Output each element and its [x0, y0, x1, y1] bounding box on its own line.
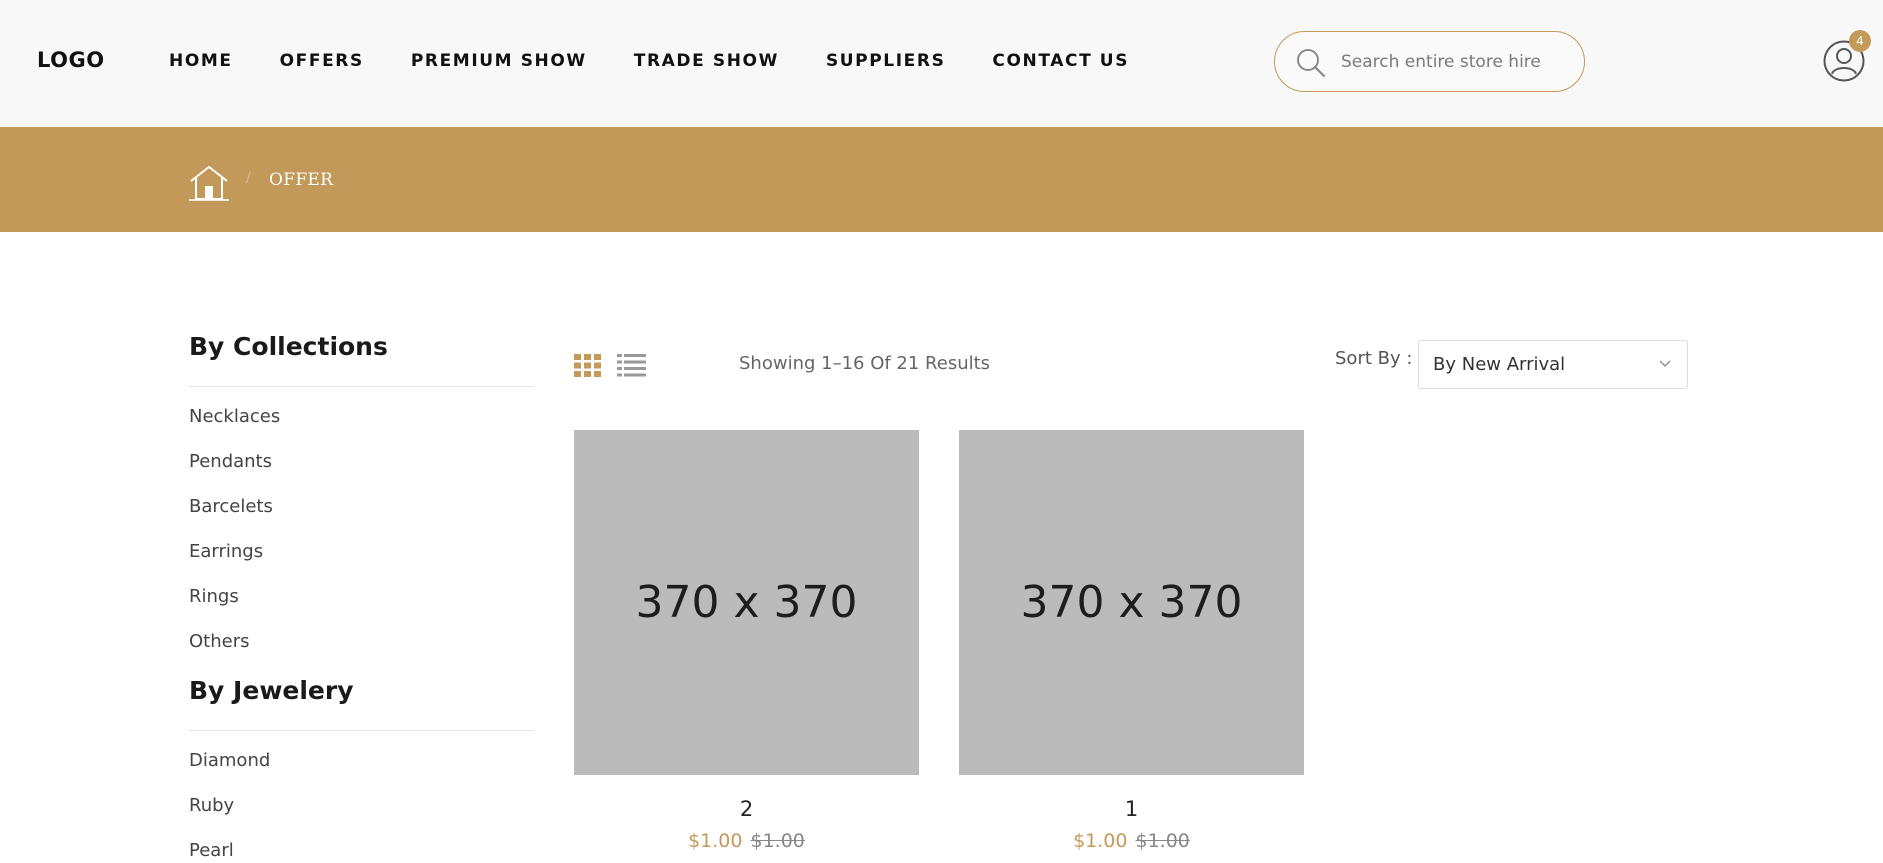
product-name[interactable]: 1 — [959, 797, 1304, 821]
collection-earrings[interactable]: Earrings — [189, 537, 534, 582]
sort-label: Sort By : — [1335, 348, 1413, 369]
product-card: 370 x 370 2 $1.00 $1.00 — [574, 430, 919, 852]
product-image[interactable]: 370 x 370 — [574, 430, 919, 775]
product-image[interactable]: 370 x 370 — [959, 430, 1304, 775]
product-price: $1.00 $1.00 — [574, 830, 919, 852]
breadcrumb: / OFFER — [0, 127, 1883, 232]
results-count: Showing 1–16 Of 21 Results — [739, 353, 991, 374]
sort-select[interactable]: By New Arrival — [1418, 340, 1688, 389]
product-price-old: $1.00 — [750, 830, 805, 852]
jewelery-pearl[interactable]: Pearl — [189, 836, 534, 863]
main-nav: HOME OFFERS PREMIUM SHOW TRADE SHOW SUPP… — [169, 51, 1176, 71]
product-name[interactable]: 2 — [574, 797, 919, 821]
home-icon[interactable] — [188, 164, 230, 202]
collection-pendants[interactable]: Pendants — [189, 447, 534, 492]
collection-others[interactable]: Others — [189, 627, 534, 672]
logo[interactable]: LOGO — [37, 48, 105, 72]
collection-rings[interactable]: Rings — [189, 582, 534, 627]
collection-necklaces[interactable]: Necklaces — [189, 402, 534, 447]
nav-trade-show[interactable]: TRADE SHOW — [634, 51, 779, 71]
breadcrumb-current: OFFER — [269, 170, 334, 190]
jewelery-diamond[interactable]: Diamond — [189, 746, 534, 791]
collections-heading: By Collections — [189, 330, 534, 387]
collection-barcelets[interactable]: Barcelets — [189, 492, 534, 537]
cart-count-badge: 4 — [1849, 30, 1871, 52]
product-price-current: $1.00 — [1073, 830, 1128, 852]
jewelery-list: Diamond Ruby Pearl — [189, 731, 534, 863]
jewelery-heading: By Jewelery — [189, 674, 534, 731]
search-input[interactable] — [1341, 45, 1571, 79]
search-box — [1274, 31, 1585, 92]
breadcrumb-separator: / — [246, 170, 251, 186]
nav-premium-show[interactable]: PREMIUM SHOW — [411, 51, 587, 71]
sort-selected-value: By New Arrival — [1433, 354, 1566, 375]
product-price-current: $1.00 — [688, 830, 743, 852]
nav-home[interactable]: HOME — [169, 51, 233, 71]
chevron-down-icon — [1659, 360, 1671, 367]
product-price: $1.00 $1.00 — [959, 830, 1304, 852]
filter-sidebar: By Collections Necklaces Pendants Barcel… — [189, 330, 534, 863]
site-header: LOGO HOME OFFERS PREMIUM SHOW TRADE SHOW… — [0, 0, 1883, 127]
product-card: 370 x 370 1 $1.00 $1.00 — [959, 430, 1304, 852]
collections-list: Necklaces Pendants Barcelets Earrings Ri… — [189, 387, 534, 672]
search-icon[interactable] — [1295, 47, 1327, 79]
jewelery-ruby[interactable]: Ruby — [189, 791, 534, 836]
nav-contact-us[interactable]: CONTACT US — [992, 51, 1129, 71]
product-price-old: $1.00 — [1135, 830, 1190, 852]
nav-offers[interactable]: OFFERS — [280, 51, 364, 71]
grid-view-icon[interactable] — [574, 354, 601, 377]
list-view-icon[interactable] — [617, 354, 646, 377]
nav-suppliers[interactable]: SUPPLIERS — [826, 51, 945, 71]
